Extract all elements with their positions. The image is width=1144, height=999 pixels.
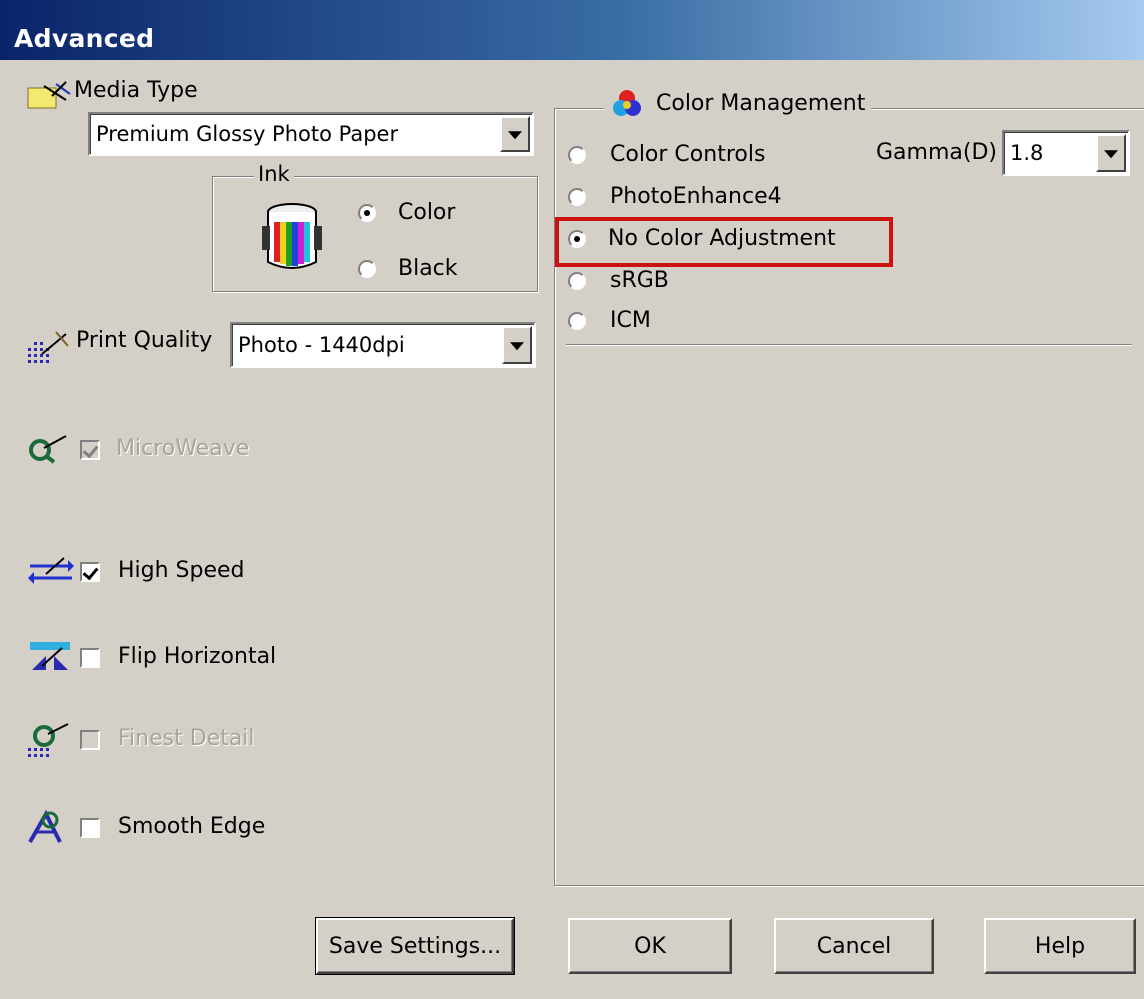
photoenhance4-radio[interactable] xyxy=(568,188,586,206)
finest-detail-checkbox[interactable] xyxy=(80,730,100,750)
color-controls-radio[interactable] xyxy=(568,146,586,164)
icm-label[interactable]: ICM xyxy=(610,308,651,333)
color-management-divider xyxy=(566,344,1132,346)
microweave-checkbox[interactable] xyxy=(80,440,100,460)
microweave-label: MicroWeave xyxy=(116,436,250,461)
smooth-edge-icon xyxy=(26,808,72,844)
icm-radio[interactable] xyxy=(568,312,586,330)
print-quality-icon xyxy=(26,328,72,364)
srgb-radio[interactable] xyxy=(568,272,586,290)
ok-button[interactable]: OK xyxy=(568,918,732,974)
ink-black-label[interactable]: Black xyxy=(398,256,458,281)
ink-group-label: Ink xyxy=(254,162,294,186)
help-button[interactable]: Help xyxy=(984,918,1136,974)
gamma-dropdown[interactable]: 1.8 xyxy=(1002,130,1130,176)
photoenhance4-label[interactable]: PhotoEnhance4 xyxy=(610,184,782,209)
ink-cartridge-icon xyxy=(258,196,326,276)
title-bar: Advanced xyxy=(0,0,1144,60)
srgb-label[interactable]: sRGB xyxy=(610,268,669,293)
media-type-label: Media Type xyxy=(74,78,198,103)
media-type-value: Premium Glossy Photo Paper xyxy=(96,122,399,146)
color-management-header: Color Management xyxy=(604,86,872,120)
no-color-adjustment-label[interactable]: No Color Adjustment xyxy=(608,226,836,251)
smooth-edge-checkbox[interactable] xyxy=(80,818,100,838)
ink-color-radio[interactable] xyxy=(358,204,376,222)
save-settings-button[interactable]: Save Settings... xyxy=(315,917,515,975)
high-speed-label[interactable]: High Speed xyxy=(118,558,245,583)
finest-detail-icon xyxy=(26,722,72,758)
high-speed-icon xyxy=(28,556,74,586)
chevron-down-icon[interactable] xyxy=(502,326,532,364)
ink-black-radio[interactable] xyxy=(358,260,376,278)
cancel-button[interactable]: Cancel xyxy=(774,918,934,974)
smooth-edge-label[interactable]: Smooth Edge xyxy=(118,814,265,839)
print-quality-dropdown[interactable]: Photo - 1440dpi xyxy=(230,322,536,368)
finest-detail-label: Finest Detail xyxy=(118,726,255,751)
color-management-label: Color Management xyxy=(656,90,866,116)
media-type-dropdown[interactable]: Premium Glossy Photo Paper xyxy=(88,112,534,156)
print-quality-value: Photo - 1440dpi xyxy=(238,333,405,357)
window-title: Advanced xyxy=(14,24,155,53)
no-color-adjustment-radio[interactable] xyxy=(568,230,586,248)
chevron-down-icon[interactable] xyxy=(500,116,530,152)
microweave-icon xyxy=(26,432,72,466)
high-speed-checkbox[interactable] xyxy=(80,562,100,582)
ink-color-label[interactable]: Color xyxy=(398,200,455,225)
chevron-down-icon[interactable] xyxy=(1096,134,1126,172)
color-management-icon xyxy=(613,90,641,116)
gamma-value: 1.8 xyxy=(1010,141,1044,165)
flip-horizontal-icon xyxy=(28,640,72,674)
print-quality-label: Print Quality xyxy=(76,328,213,353)
flip-horizontal-label[interactable]: Flip Horizontal xyxy=(118,644,276,669)
flip-horizontal-checkbox[interactable] xyxy=(80,648,100,668)
color-controls-label[interactable]: Color Controls xyxy=(610,142,765,167)
gamma-label: Gamma(D) xyxy=(876,140,997,165)
media-type-icon xyxy=(26,80,74,110)
